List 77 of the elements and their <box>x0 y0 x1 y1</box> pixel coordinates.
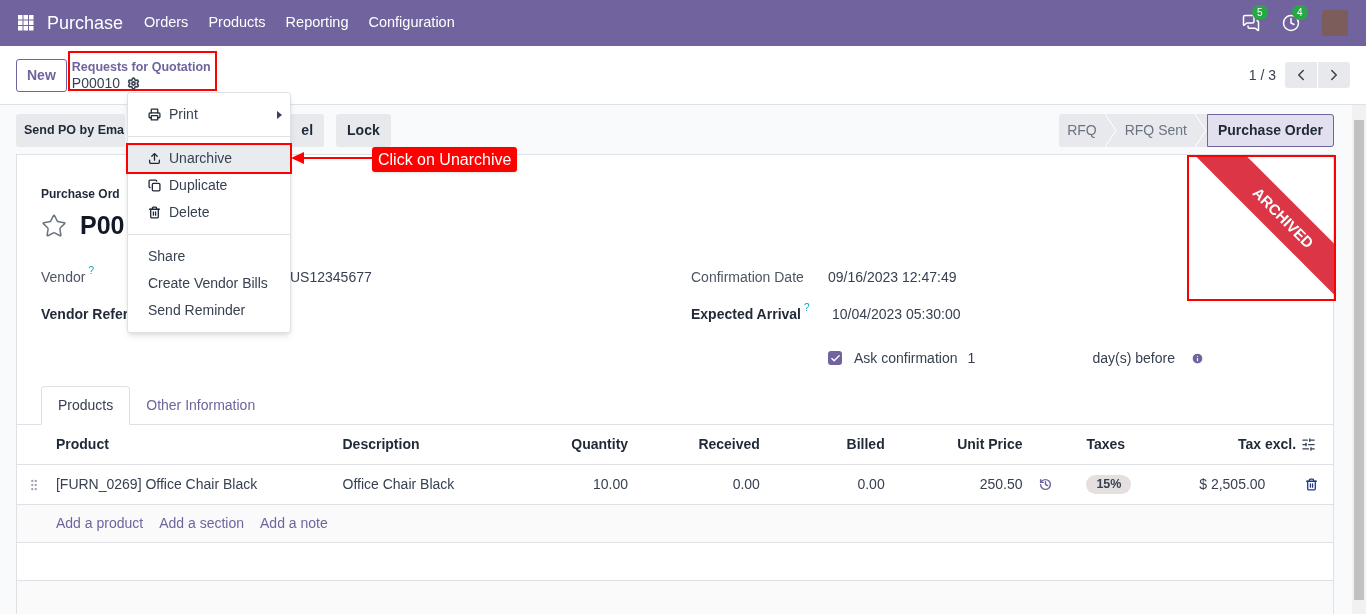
app-name[interactable]: Purchase <box>47 9 124 37</box>
table-cell-text: 0.00 <box>732 475 760 494</box>
days-suffix: day(s) before <box>1092 348 1175 368</box>
column-header[interactable]: Tax excl. <box>1237 434 1297 455</box>
column-header[interactable]: Taxes <box>1086 434 1126 455</box>
status-step[interactable]: Purchase Order <box>1206 113 1334 147</box>
scrollbar-thumb[interactable] <box>1354 120 1364 600</box>
menu-item[interactable]: Duplicate <box>128 172 290 199</box>
table-cell-text: 250.50 <box>979 475 1023 494</box>
column-header[interactable]: Unit Price <box>957 434 1023 455</box>
menu-item[interactable]: Send Reminder <box>128 297 290 324</box>
reset-icon[interactable] <box>1039 478 1053 491</box>
annotation-callout: Click on Unarchive <box>372 147 518 172</box>
action-button[interactable]: Lock <box>336 113 391 147</box>
menu-item[interactable]: Delete <box>128 199 290 226</box>
chat-icon[interactable] <box>1242 14 1260 32</box>
column-header[interactable]: Received <box>698 434 760 455</box>
nav-menu-item[interactable]: Orders <box>144 12 189 34</box>
gear-icon[interactable] <box>127 76 141 90</box>
trash-icon <box>148 206 161 219</box>
tax-tag: 15% <box>1086 475 1132 494</box>
column-header[interactable]: Billed <box>846 434 885 455</box>
field-label: Confirmation Date <box>691 268 804 287</box>
title-label: Purchase Ord <box>41 187 120 201</box>
field-value: US12345677 <box>290 268 372 287</box>
checkbox-label: Ask confirmation <box>854 348 958 368</box>
copy-icon <box>148 179 161 192</box>
field-label: Expected Arrival <box>691 305 801 324</box>
nav-menu-item[interactable]: Reporting <box>285 12 349 34</box>
apps-grid-icon[interactable] <box>18 15 34 31</box>
column-header[interactable]: Product <box>55 434 109 455</box>
table-cell-text: $ 2,505.00 <box>1199 475 1266 494</box>
field-value: 09/16/2023 12:47:49 <box>828 268 957 287</box>
field-label: Vendor <box>41 268 86 287</box>
field-value: 10/04/2023 05:30:00 <box>832 305 961 324</box>
status-step[interactable]: RFQ Sent <box>1116 113 1195 147</box>
clock-icon[interactable] <box>1282 14 1300 32</box>
trash-icon[interactable] <box>1305 478 1319 491</box>
count-badge: 4 <box>1292 5 1308 20</box>
menu-item[interactable]: Print <box>128 101 290 128</box>
table-cell-text: Office Chair Black <box>342 475 455 494</box>
record-title: P00 <box>80 210 125 242</box>
upload-icon <box>148 152 161 165</box>
form-tab[interactable]: Other Information <box>130 386 272 425</box>
next-button[interactable] <box>1318 62 1350 88</box>
column-header[interactable]: Description <box>342 434 420 455</box>
status-step[interactable]: RFQ <box>1059 113 1105 147</box>
add-line-link[interactable]: Add a product <box>56 513 144 534</box>
star-icon[interactable] <box>41 213 67 239</box>
column-header[interactable]: Quantity <box>571 434 629 455</box>
nav-menu-item[interactable]: Configuration <box>368 12 455 34</box>
new-button[interactable]: New <box>16 58 67 92</box>
nav-menu-item[interactable]: Products <box>208 12 266 34</box>
info-icon[interactable] <box>1190 351 1204 365</box>
menu-item[interactable]: Unarchive <box>128 145 290 172</box>
printer-icon <box>148 108 161 121</box>
submenu-caret-icon <box>277 110 282 119</box>
menu-item[interactable]: Create Vendor Bills <box>128 270 290 297</box>
breadcrumb-link[interactable]: Requests for Quotation <box>71 59 211 75</box>
table-cell-text: [FURN_0269] Office Chair Black <box>55 475 258 494</box>
add-line-link[interactable]: Add a note <box>260 513 328 534</box>
add-line-link[interactable]: Add a section <box>159 513 244 534</box>
days-value: 1 <box>967 348 977 368</box>
action-button[interactable]: Send PO by Ema <box>16 113 126 147</box>
pager-value: 1 / 3 <box>1248 65 1276 85</box>
optional-columns-icon[interactable] <box>1301 437 1317 452</box>
menu-item[interactable]: Share <box>128 243 290 270</box>
table-cell-text: 10.00 <box>593 475 629 494</box>
scrollbar[interactable] <box>1352 105 1366 614</box>
table-cell-text: 0.00 <box>857 475 885 494</box>
field-label: Vendor Refer <box>41 305 129 324</box>
form-tab[interactable]: Products <box>41 386 131 425</box>
chevron-divider <box>1194 113 1207 147</box>
previous-button[interactable] <box>1285 62 1317 88</box>
count-badge: 5 <box>1252 5 1268 20</box>
checkbox[interactable] <box>828 351 842 365</box>
record-name: P00010 <box>71 75 121 91</box>
